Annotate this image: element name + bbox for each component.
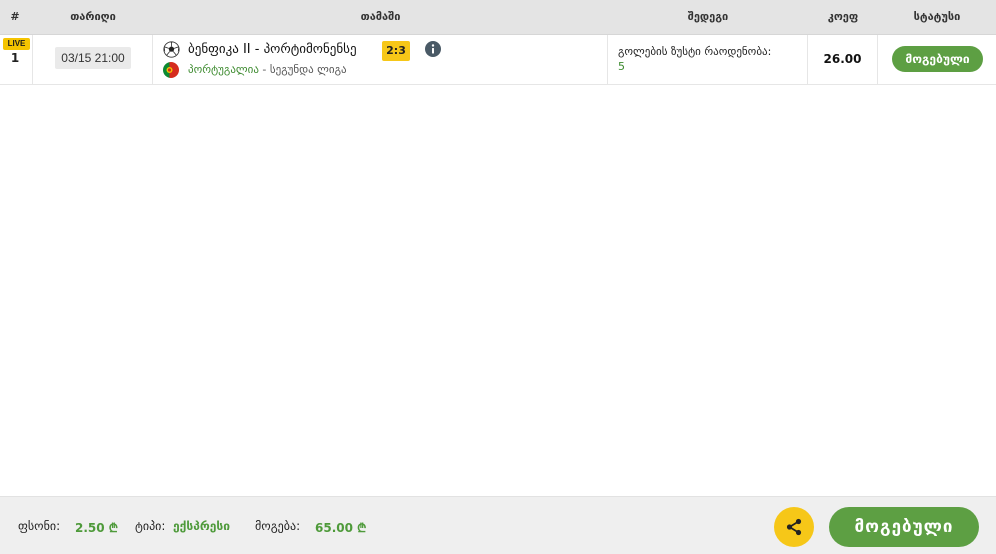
column-header-num: # — [10, 10, 20, 23]
cell-status: მოგებული — [878, 35, 996, 85]
odds-value: 26.00 — [823, 52, 862, 66]
stake-label: ფსონი: — [18, 519, 61, 533]
win-value: 65.00 ₾ — [315, 521, 367, 535]
score-badge: 2:3 — [382, 41, 410, 61]
league-line: პორტუგალია - სეგუნდა ლიგა — [188, 63, 347, 76]
bet-status-button[interactable]: მოგებული — [829, 507, 979, 547]
cell-date: 03/15 21:00 — [33, 35, 153, 85]
share-button[interactable] — [774, 507, 814, 547]
stake-value: 2.50 ₾ — [75, 521, 119, 535]
column-header-date: თარიღი — [70, 10, 116, 23]
win-label: მოგება: — [255, 519, 301, 533]
cell-odds: 26.00 — [808, 35, 878, 85]
portugal-flag-icon — [163, 62, 179, 78]
row-number: 1 — [10, 51, 20, 65]
soccer-ball-icon — [163, 41, 180, 58]
type-value: ექსპრესი — [173, 519, 230, 533]
cell-match: ბენფიკა II - პორტიმონენსე 2:3 პორტუგალია… — [153, 35, 608, 85]
table-row: LIVE 1 03/15 21:00 ბენფიკა II - პორტიმონ… — [0, 35, 996, 85]
cell-outcome: გოლების ზუსტი რაოდენობა: 5 — [608, 35, 808, 85]
date-chip: 03/15 21:00 — [55, 47, 131, 69]
league-name: - სეგუნდა ლიგა — [258, 63, 347, 76]
match-title[interactable]: ბენფიკა II - პორტიმონენსე — [188, 42, 357, 57]
country-link[interactable]: პორტუგალია — [188, 63, 259, 76]
outcome-value: 5 — [618, 60, 625, 73]
info-icon[interactable] — [425, 41, 441, 57]
status-badge: მოგებული — [892, 46, 983, 72]
column-header-odds: კოეფ — [827, 10, 859, 23]
cell-num: LIVE 1 — [0, 35, 33, 85]
bet-summary-footer: ფსონი: 2.50 ₾ ტიპი: ექსპრესი მოგება: 65.… — [0, 496, 996, 554]
share-icon — [786, 518, 802, 536]
column-header-outcome: შედეგი — [687, 10, 729, 23]
table-header: # თარიღი თამაში შედეგი კოეფ სტატუსი — [0, 0, 996, 35]
column-header-match: თამაში — [360, 10, 401, 23]
type-label: ტიპი: — [135, 519, 166, 533]
outcome-label: გოლების ზუსტი რაოდენობა: — [618, 45, 772, 58]
column-header-status: სტატუსი — [913, 10, 961, 23]
live-badge: LIVE — [3, 38, 30, 50]
